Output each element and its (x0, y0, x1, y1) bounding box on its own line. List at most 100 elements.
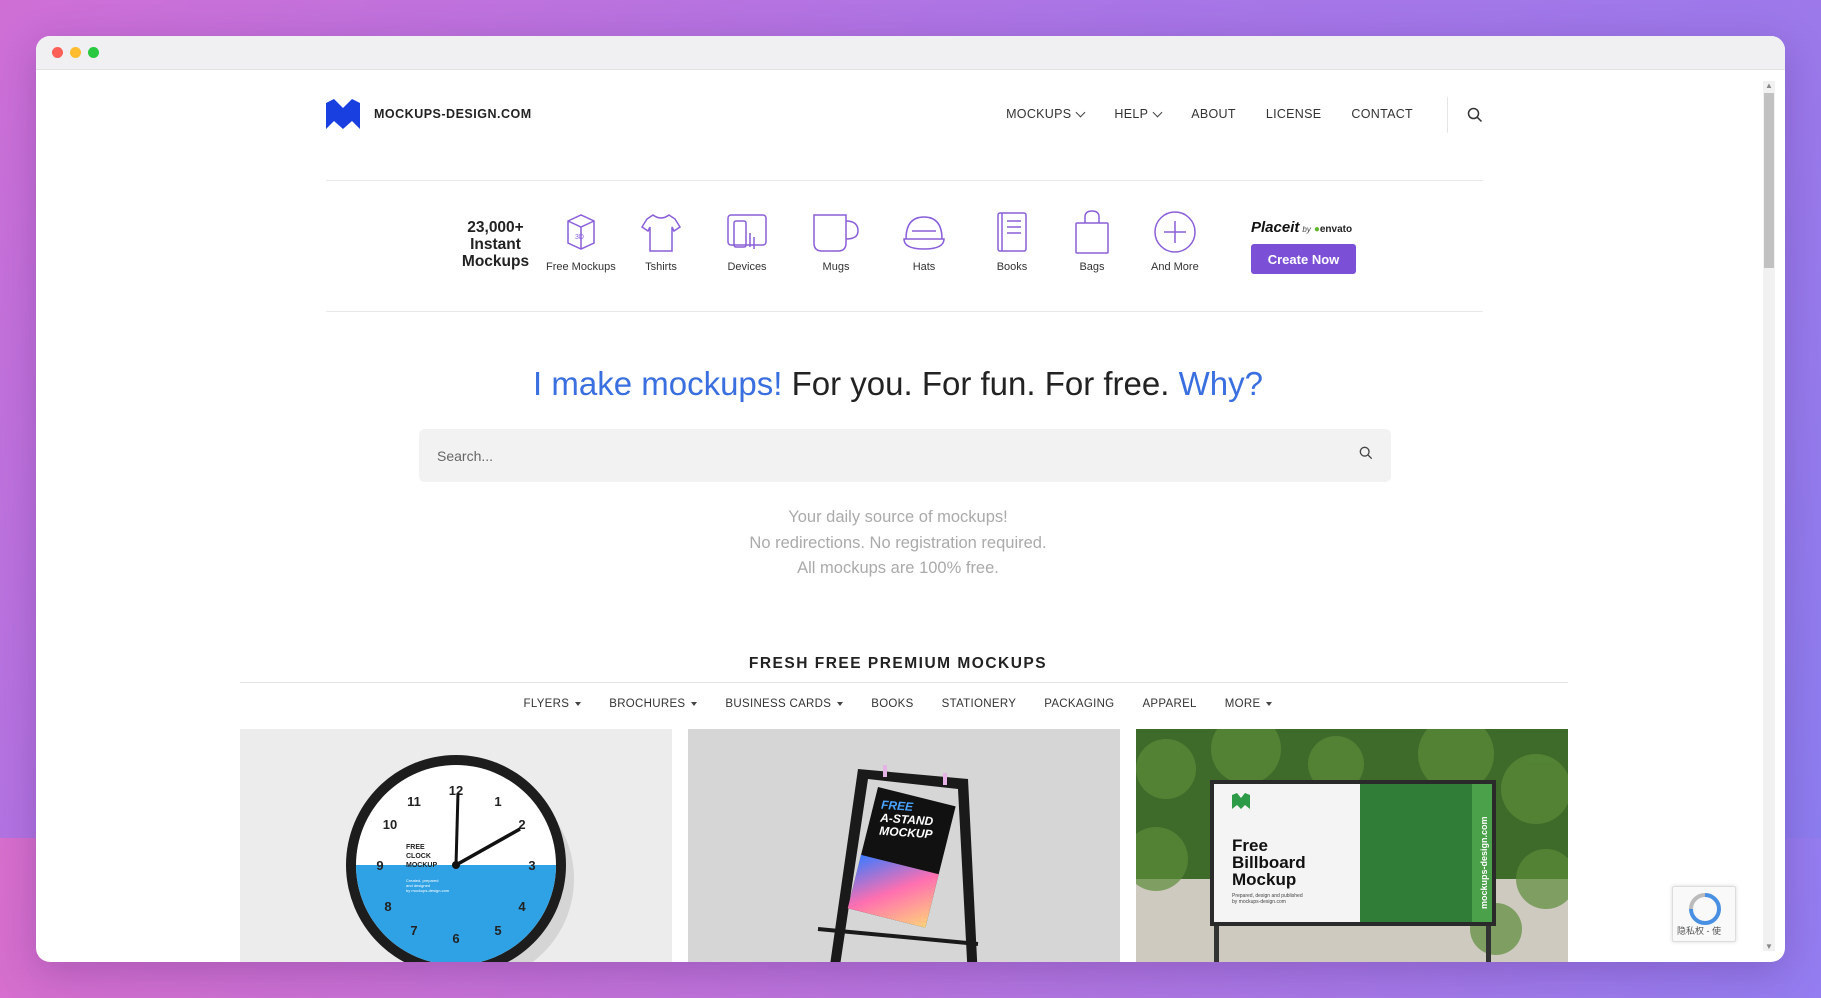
hero-part1: I make mockups! (533, 365, 783, 402)
placeit-by: by (1302, 225, 1311, 234)
filter-label: APPAREL (1142, 698, 1197, 710)
cat-tshirts[interactable]: Tshirts (638, 209, 684, 273)
nav-about-label: ABOUT (1191, 107, 1236, 121)
filter-apparel[interactable]: APPAREL (1142, 698, 1196, 710)
tshirt-icon (640, 214, 682, 252)
clock-mockup-image: 12 1 2 3 4 5 6 7 8 9 10 11 FREE CLOCK MO… (240, 729, 672, 962)
tagline: Your daily source of mockups! No redirec… (36, 505, 1760, 582)
clock-sub: by mockups-design.com (406, 888, 450, 893)
filter-books[interactable]: BOOKS (871, 698, 913, 710)
clock-number: 1 (494, 794, 501, 809)
search-icon (1467, 107, 1483, 123)
cat-devices[interactable]: Devices (724, 209, 770, 273)
book-icon (997, 212, 1027, 252)
billboard-sub: by mockups-design.com (1232, 899, 1286, 905)
billboard-mockup-image: Free Billboard Mockup Prepared, design a… (1136, 729, 1568, 962)
nav-license[interactable]: LICENSE (1266, 107, 1322, 121)
card-clock-mockup[interactable]: 12 1 2 3 4 5 6 7 8 9 10 11 FREE CLOCK MO… (240, 729, 672, 962)
filter-flyers[interactable]: FLYERS (524, 698, 582, 710)
cat-and-more[interactable]: And More (1151, 209, 1199, 273)
placeit-logo[interactable]: Placeit by ●envato (1251, 219, 1356, 236)
filter-bar: FLYERS BROCHURES BUSINESS CARDS BOOKS ST… (36, 698, 1760, 710)
header-search-button[interactable] (1467, 107, 1483, 128)
recaptcha-badge[interactable]: 隐私权 - 使 (1672, 886, 1736, 942)
search-input[interactable] (437, 447, 1359, 464)
cat-label: Books (996, 261, 1028, 273)
tagline-line1: Your daily source of mockups! (788, 508, 1008, 526)
clock-number: 5 (494, 923, 501, 938)
placeit-envato: envato (1319, 224, 1353, 235)
category-bar: 23,000+ Instant Mockups 3D Free Mockups … (326, 181, 1483, 312)
search-icon (1359, 446, 1373, 460)
clock-number: 11 (407, 794, 421, 809)
filter-label: BUSINESS CARDS (725, 698, 832, 710)
placeit-brand: Placeit (1251, 219, 1300, 236)
scroll-up-arrow-icon[interactable]: ▲ (1763, 81, 1775, 90)
recaptcha-text: 隐私权 - 使 (1677, 926, 1721, 936)
nav-about[interactable]: ABOUT (1191, 107, 1236, 121)
billboard-side-text: mockups-design.com (1479, 816, 1489, 909)
logo-text: MOCKUPS-DESIGN.COM (374, 107, 532, 121)
clock-number: 8 (384, 899, 391, 914)
clock-number: 4 (518, 899, 526, 914)
hero-why-link[interactable]: Why? (1179, 365, 1263, 402)
nav-contact[interactable]: CONTACT (1351, 107, 1413, 121)
site-logo[interactable]: MOCKUPS-DESIGN.COM (326, 99, 532, 129)
filter-business-cards[interactable]: BUSINESS CARDS (725, 698, 844, 710)
minimize-dot[interactable] (70, 47, 81, 58)
cat-label: Mugs (822, 261, 850, 273)
clock-number: 10 (383, 817, 397, 832)
cat-mugs[interactable]: Mugs (810, 209, 862, 273)
nav-help-label: HELP (1114, 107, 1149, 121)
browser-window: MOCKUPS-DESIGN.COM MOCKUPS HELP ABOUT LI… (36, 36, 1785, 962)
card-billboard-mockup[interactable]: Free Billboard Mockup Prepared, design a… (1136, 729, 1568, 962)
filter-label: BROCHURES (609, 698, 686, 710)
cat-label: Tshirts (645, 261, 677, 273)
billboard-label: Mockup (1232, 870, 1296, 889)
create-now-button[interactable]: Create Now (1251, 244, 1356, 274)
main-search-bar (419, 429, 1391, 482)
section-divider (240, 682, 1568, 683)
filter-brochures[interactable]: BROCHURES (609, 698, 698, 710)
cat-label: Devices (727, 261, 767, 273)
chevron-down-icon (1152, 107, 1163, 117)
main-nav: MOCKUPS HELP ABOUT LICENSE CONTACT (1006, 107, 1413, 121)
site-header: MOCKUPS-DESIGN.COM MOCKUPS HELP ABOUT LI… (326, 71, 1483, 181)
caret-down-icon (837, 702, 844, 706)
cat-bags[interactable]: Bags (1072, 209, 1112, 273)
filter-label: FLYERS (523, 698, 570, 710)
cat-hats[interactable]: Hats (900, 209, 948, 273)
astand-mockup-image: FREE A-STAND MOCKUP (688, 729, 1120, 962)
maximize-dot[interactable] (88, 47, 99, 58)
close-dot[interactable] (52, 47, 63, 58)
envato-mark: ●envato (1313, 224, 1353, 235)
filter-label: PACKAGING (1044, 698, 1115, 710)
search-submit-button[interactable] (1359, 446, 1373, 465)
cat-free-mockups[interactable]: 3D Free Mockups (546, 209, 616, 273)
nav-help[interactable]: HELP (1114, 107, 1163, 121)
filter-label: STATIONERY (941, 698, 1017, 710)
bag-icon (1075, 210, 1109, 254)
mug-icon (813, 214, 859, 252)
card-astand-mockup[interactable]: FREE A-STAND MOCKUP (688, 729, 1120, 962)
tagline-line3: All mockups are 100% free. (797, 559, 999, 577)
chevron-down-icon (1075, 107, 1086, 117)
caret-down-icon (1266, 702, 1273, 706)
filter-label: BOOKS (871, 698, 914, 710)
filter-label: MORE (1224, 698, 1261, 710)
hat-icon (903, 216, 945, 250)
scroll-down-arrow-icon[interactable]: ▼ (1763, 942, 1775, 951)
filter-more[interactable]: MORE (1225, 698, 1273, 710)
nav-mockups[interactable]: MOCKUPS (1006, 107, 1086, 121)
fresh-mockups-title: FRESH FREE PREMIUM MOCKUPS (748, 655, 1048, 672)
filter-packaging[interactable]: PACKAGING (1044, 698, 1114, 710)
scrollbar-thumb[interactable] (1764, 93, 1774, 268)
nav-contact-label: CONTACT (1351, 107, 1413, 121)
filter-stationery[interactable]: STATIONERY (942, 698, 1017, 710)
clock-number: 3 (528, 858, 535, 873)
plus-circle-icon (1154, 211, 1196, 253)
page-scrollbar[interactable]: ▲ ▼ (1763, 81, 1775, 951)
nav-divider (1447, 97, 1448, 133)
clock-number: 12 (449, 783, 463, 798)
cat-books[interactable]: Books (992, 209, 1032, 273)
